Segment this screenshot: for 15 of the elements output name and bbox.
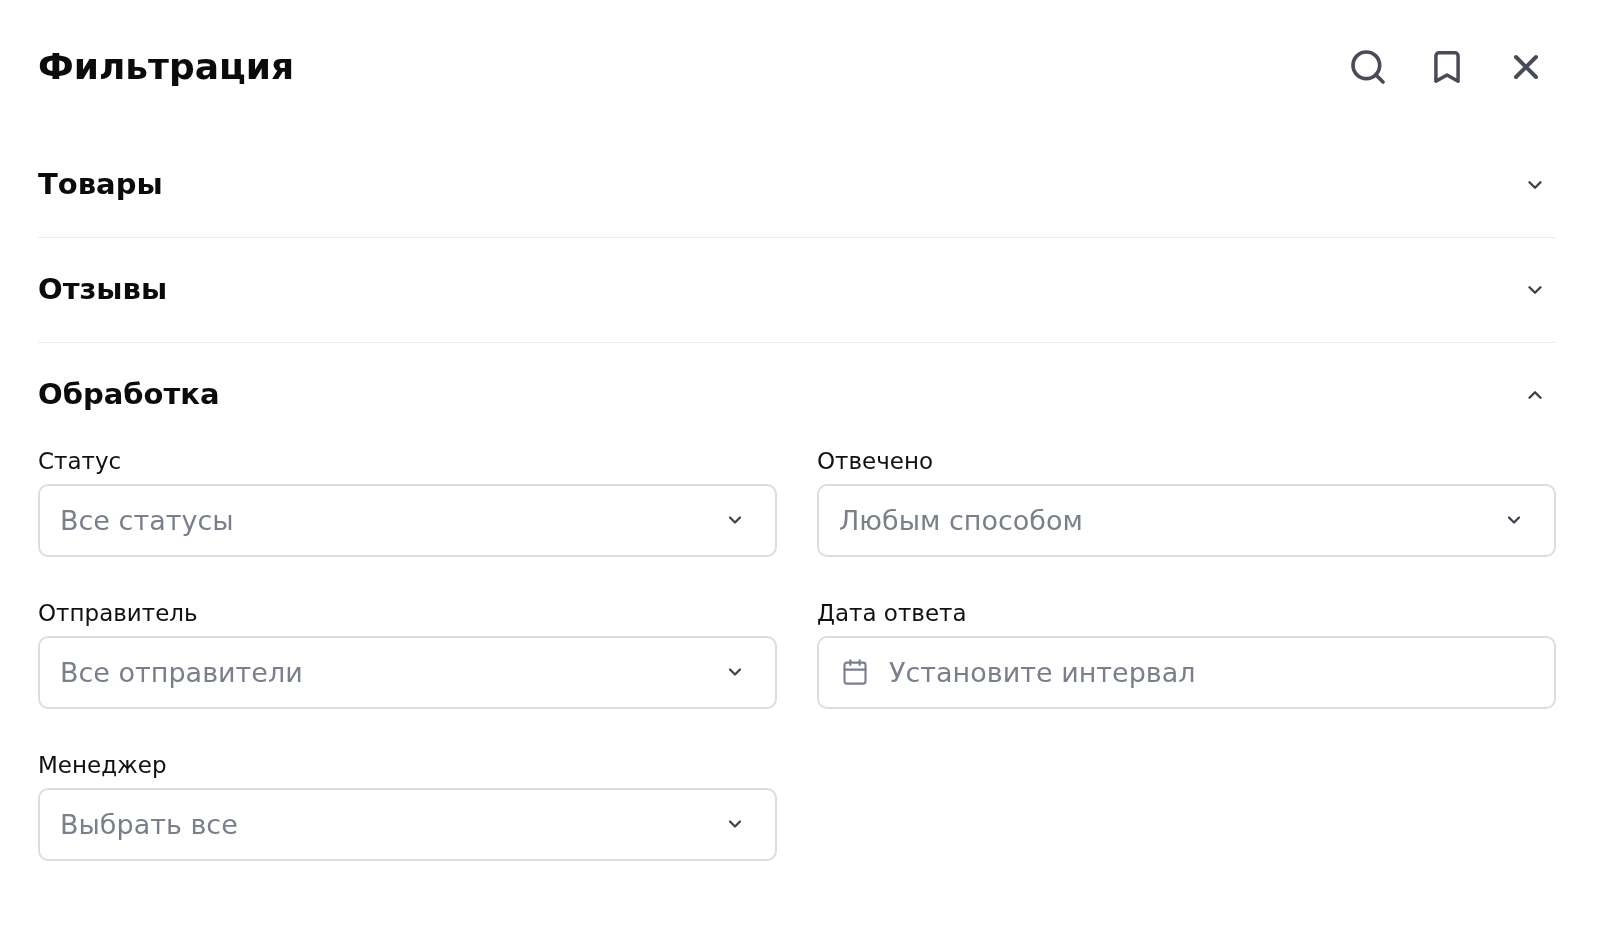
field-label: Отвечено xyxy=(817,448,935,474)
field-label: Отправитель xyxy=(38,600,199,626)
field-label: Статус xyxy=(38,448,123,474)
field-label: Менеджер xyxy=(38,752,168,778)
section-header[interactable]: Товары xyxy=(38,133,1556,237)
select-field[interactable]: Выбрать все xyxy=(38,788,777,861)
calendar-icon xyxy=(841,658,869,686)
section-header[interactable]: Отзывы xyxy=(38,238,1556,342)
select-field[interactable]: Все статусы xyxy=(38,484,777,557)
field-label: Дата ответа xyxy=(817,600,968,626)
date-range-field[interactable]: Установите интервал xyxy=(817,636,1556,709)
section-header[interactable]: Обработка xyxy=(38,343,1556,447)
select-field[interactable]: Все отправители xyxy=(38,636,777,709)
panel-title: Фильтрация xyxy=(38,48,294,85)
select-field[interactable]: Любым способом xyxy=(817,484,1556,557)
